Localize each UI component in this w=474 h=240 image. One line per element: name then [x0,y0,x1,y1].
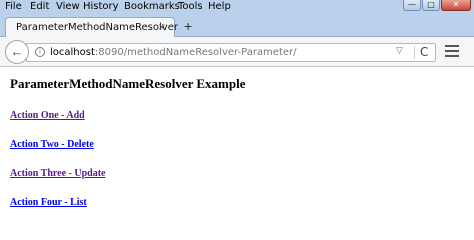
menu-history[interactable]: History [83,0,119,13]
back-button[interactable]: ← [5,40,29,64]
navigation-bar: i localhost:8090/methodNameResolver-Para… [0,37,474,67]
menu-bookmarks[interactable]: Bookmarks [124,0,180,13]
tab-strip: ParameterMethodNameResolver × + [0,15,474,38]
new-tab-button[interactable]: + [184,18,192,34]
tab-active[interactable]: ParameterMethodNameResolver × [5,17,178,38]
page-heading: ParameterMethodNameResolver Example [10,76,246,91]
window-controls: — □ ✕ [402,0,471,13]
close-window-button[interactable]: ✕ [441,0,471,11]
menu-view[interactable]: View [56,0,80,13]
url-path: :8090/methodNameResolver-Parameter/ [94,47,297,58]
globe-icon: i [35,47,45,57]
link-action-three-update[interactable]: Action Three - Update [10,168,105,179]
link-action-two-delete[interactable]: Action Two - Delete [10,139,94,150]
tab-title: ParameterMethodNameResolver [16,22,178,33]
minimize-button[interactable]: — [403,0,421,11]
menu-bar: File Edit View History Bookmarks Tools H… [0,0,474,15]
url-separator [414,46,415,59]
menu-help[interactable]: Help [208,0,231,13]
link-action-four-list[interactable]: Action Four - List [10,197,87,208]
maximize-button[interactable]: □ [422,0,440,11]
url-bar[interactable]: i localhost:8090/methodNameResolver-Para… [26,43,436,62]
link-action-one-add[interactable]: Action One - Add [10,110,85,121]
reload-icon[interactable]: C [420,45,428,59]
menu-edit[interactable]: Edit [30,0,49,13]
menu-file[interactable]: File [5,0,22,13]
url-host: localhost [50,47,95,58]
tab-close-icon[interactable]: × [158,22,166,33]
hamburger-menu-icon[interactable] [445,45,459,59]
menu-tools[interactable]: Tools [178,0,203,13]
page-content: ParameterMethodNameResolver Example Acti… [0,68,474,239]
url-text[interactable]: localhost:8090/methodNameResolver-Parame… [50,47,297,58]
url-history-dropdown-icon[interactable]: ▽ [396,46,403,56]
back-arrow-icon: ← [10,44,24,59]
